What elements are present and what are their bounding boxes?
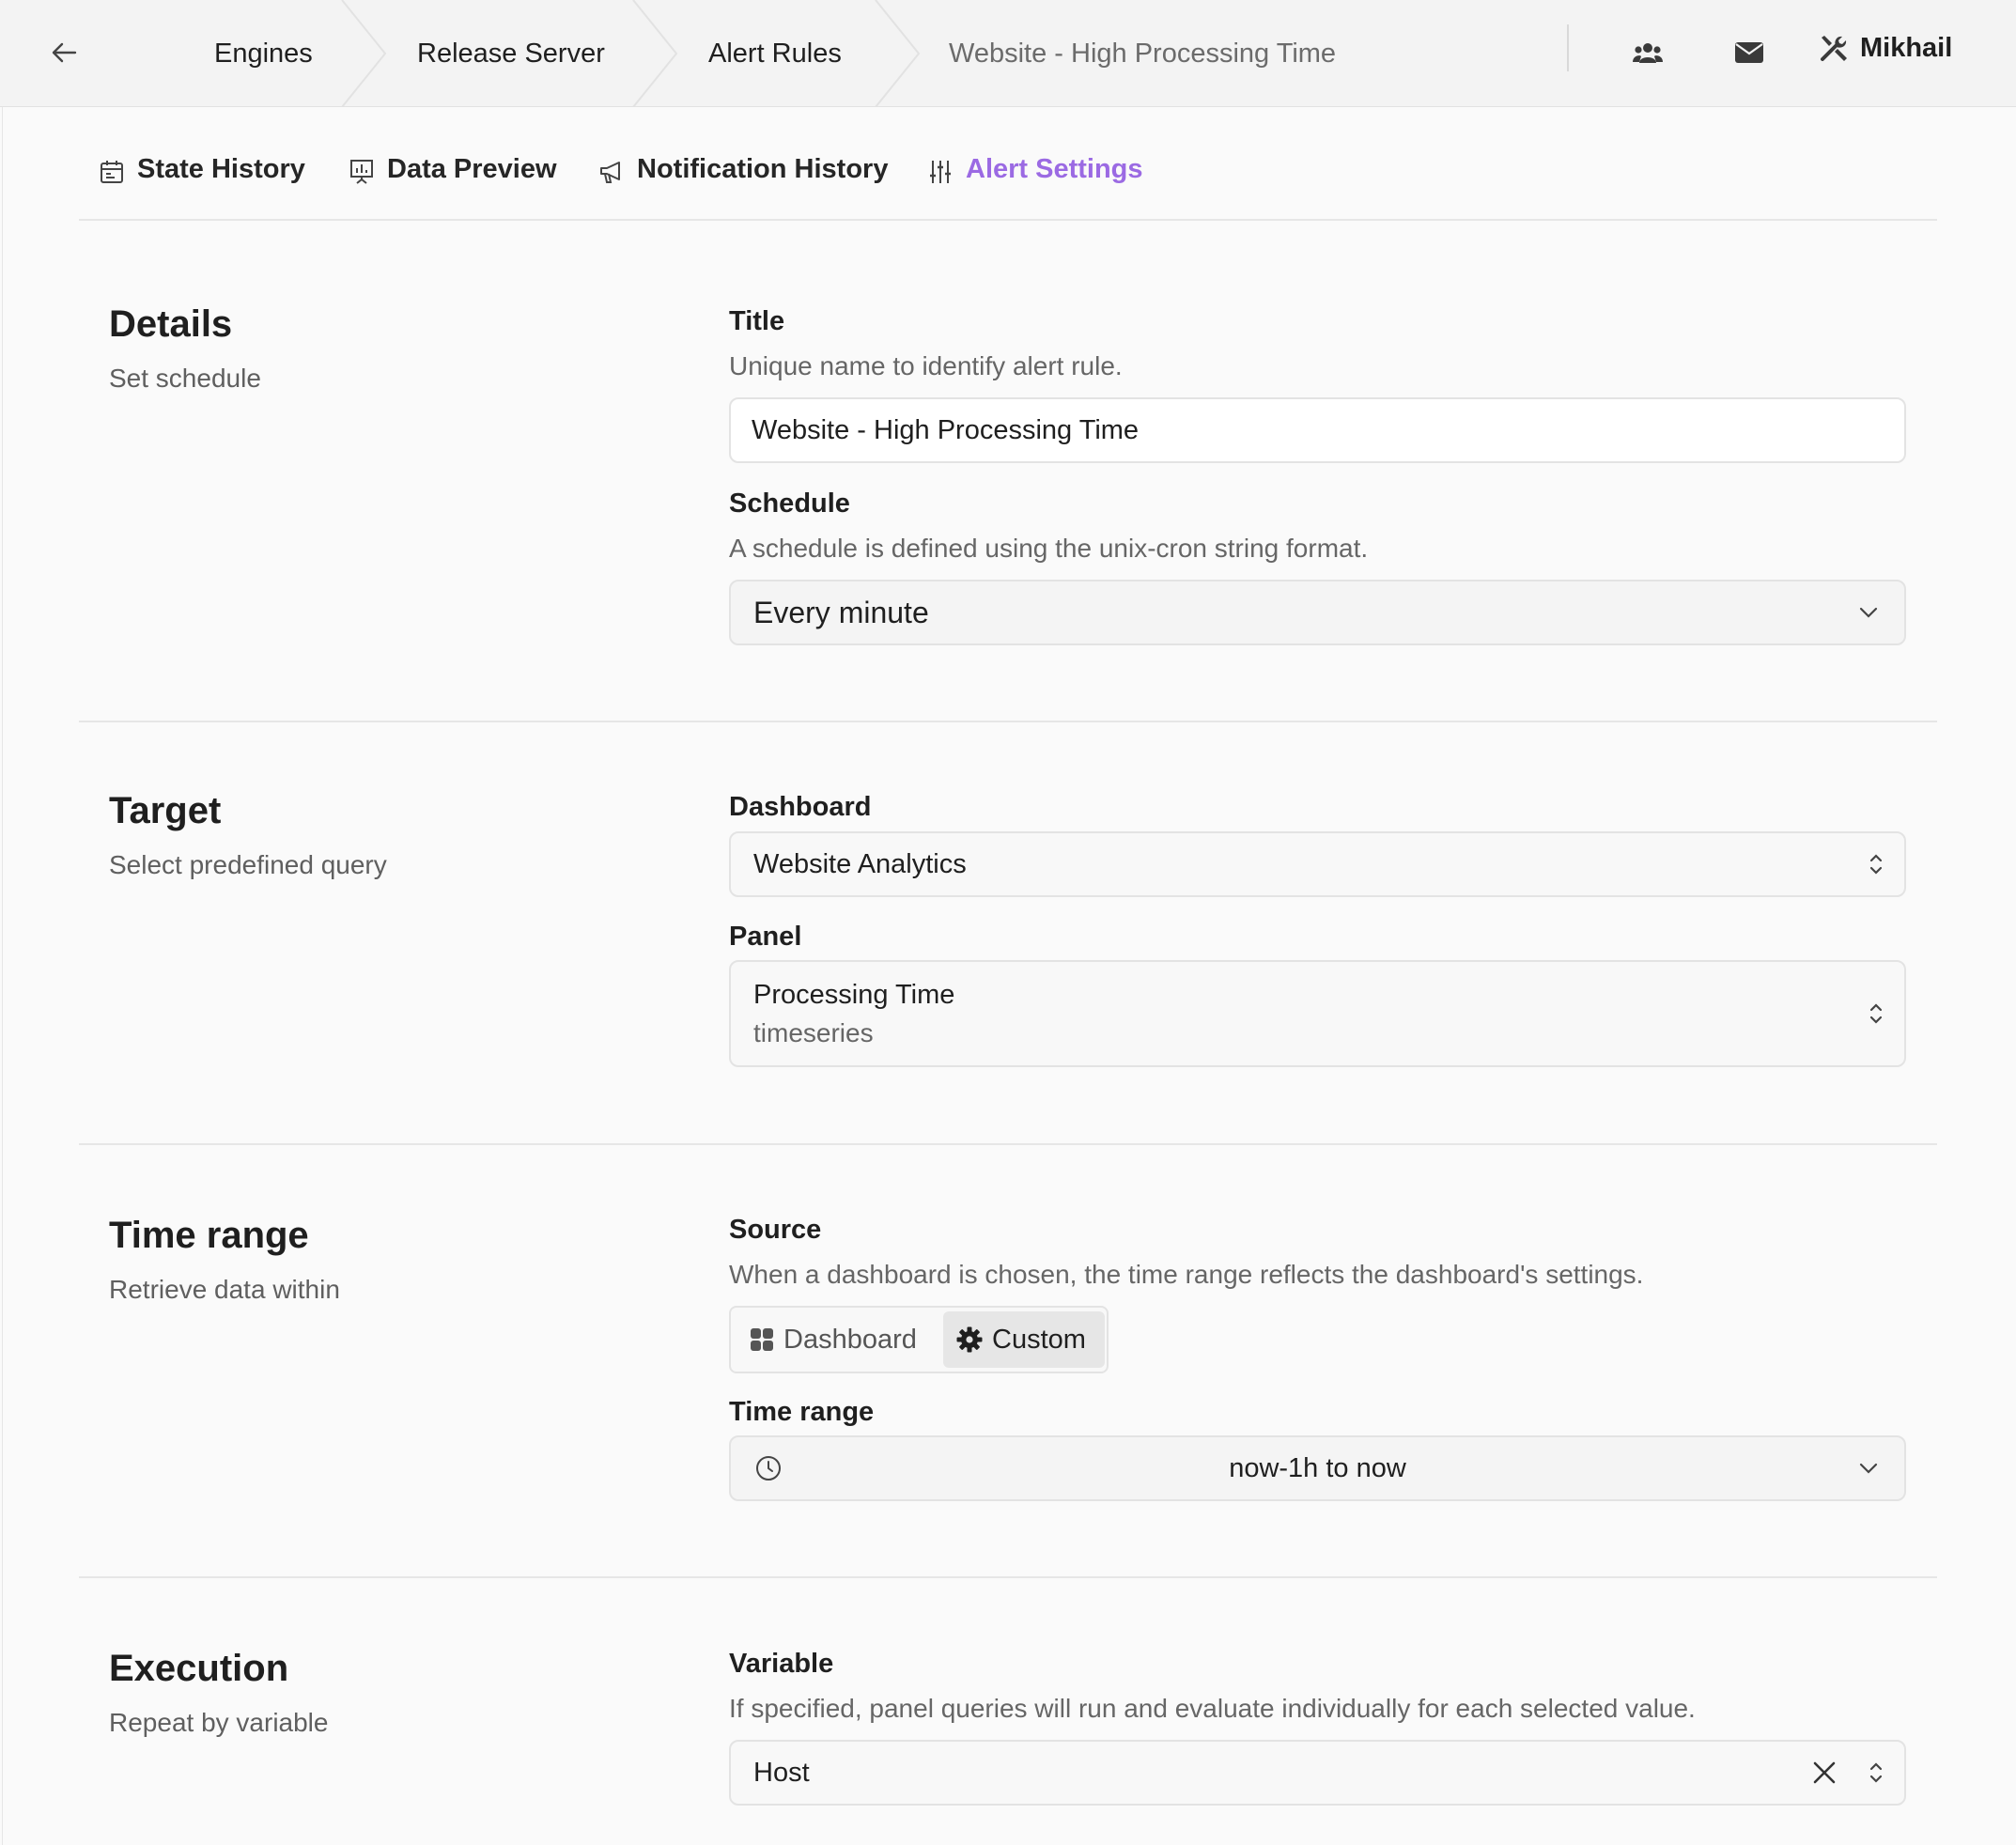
tab-label: Data Preview [387, 154, 557, 184]
source-option-dashboard[interactable]: Dashboard [737, 1311, 930, 1368]
dashboard-select[interactable]: Website Analytics [729, 831, 1906, 897]
section-subtitle-time-range: Retrieve data within [109, 1275, 340, 1304]
chevron-up-down-icon [1869, 962, 1884, 1065]
breadcrumb-separator-icon [632, 0, 678, 107]
title-label: Title [729, 306, 785, 336]
back-button[interactable] [39, 28, 88, 77]
source-option-label: Custom [992, 1324, 1086, 1355]
title-help: Unique name to identify alert rule. [729, 351, 1123, 380]
panel-select-type: timeseries [753, 1017, 874, 1047]
time-range-value: now-1h to now [1229, 1452, 1406, 1483]
section-title-target: Target [109, 790, 222, 831]
variable-label: Variable [729, 1649, 834, 1679]
team-button[interactable] [1625, 30, 1670, 75]
section-divider [79, 1143, 1937, 1145]
title-input-value: Website - High Processing Time [752, 414, 1140, 445]
time-range-select[interactable]: now-1h to now [729, 1435, 1906, 1501]
chevron-up-down-icon [1869, 833, 1884, 895]
tab-label: Alert Settings [966, 154, 1143, 184]
dashboard-label: Dashboard [729, 792, 872, 822]
section-title-execution: Execution [109, 1648, 289, 1689]
variable-help: If specified, panel queries will run and… [729, 1694, 1696, 1723]
sliders-icon [926, 158, 954, 186]
arrow-left-icon [52, 42, 77, 63]
chevron-down-icon [1859, 581, 1878, 643]
close-icon[interactable] [1812, 1742, 1837, 1804]
calendar-icon [98, 158, 126, 186]
section-subtitle-details: Set schedule [109, 364, 261, 393]
schedule-select[interactable]: Every minute [729, 580, 1906, 645]
source-option-label: Dashboard [783, 1324, 917, 1355]
tools-icon [1821, 36, 1847, 61]
mail-button[interactable] [1727, 30, 1772, 75]
breadcrumb-separator-icon [341, 0, 387, 107]
section-subtitle-execution: Repeat by variable [109, 1708, 329, 1737]
top-bar: Engines Release Server Alert Rules Websi… [0, 0, 2016, 107]
section-divider [79, 1576, 1937, 1578]
envelope-icon [1735, 42, 1763, 63]
megaphone-icon [597, 158, 626, 186]
panel-select[interactable]: Processing Time timeseries [729, 960, 1906, 1067]
tab-state-history[interactable]: State History [98, 154, 305, 214]
section-title-details: Details [109, 303, 233, 345]
dashboard-select-value: Website Analytics [753, 848, 967, 879]
section-title-time-range: Time range [109, 1215, 309, 1256]
tab-bar: State History Data Preview Notification … [79, 107, 1937, 221]
user-name: Mikhail [1860, 32, 1953, 63]
presentation-chart-icon [348, 158, 376, 186]
gear-icon [956, 1326, 983, 1353]
time-range-label: Time range [729, 1397, 875, 1427]
source-label: Source [729, 1215, 822, 1245]
schedule-label: Schedule [729, 488, 850, 519]
section-subtitle-target: Select predefined query [109, 850, 387, 879]
breadcrumb-current: Website - High Processing Time [949, 38, 1337, 69]
tab-label: State History [137, 154, 305, 184]
section-divider [79, 721, 1937, 722]
breadcrumb-separator-icon [875, 0, 921, 107]
source-toggle: Dashboard Custom [729, 1306, 1109, 1373]
tab-notification-history[interactable]: Notification History [597, 154, 888, 214]
breadcrumb-engines[interactable]: Engines [214, 0, 313, 107]
breadcrumb-alert-rules[interactable]: Alert Rules [708, 0, 842, 107]
user-menu[interactable]: Mikhail [1819, 24, 1952, 71]
tab-label: Notification History [637, 154, 889, 184]
breadcrumb-release-server[interactable]: Release Server [417, 0, 605, 107]
variable-select-value: Host [753, 1757, 810, 1788]
schedule-help: A schedule is defined using the unix-cro… [729, 534, 1369, 563]
source-help: When a dashboard is chosen, the time ran… [729, 1260, 1644, 1289]
tab-data-preview[interactable]: Data Preview [348, 154, 557, 214]
source-option-custom[interactable]: Custom [943, 1311, 1105, 1368]
panel-select-value: Processing Time [753, 979, 955, 1010]
title-input[interactable]: Website - High Processing Time [729, 397, 1906, 463]
users-icon [1633, 43, 1663, 63]
tab-alert-settings[interactable]: Alert Settings [926, 154, 1143, 214]
grid-icon [751, 1328, 773, 1351]
schedule-select-value: Every minute [753, 595, 929, 629]
chevron-up-down-icon [1869, 1742, 1884, 1804]
variable-select[interactable]: Host [729, 1740, 1906, 1806]
panel-label: Panel [729, 922, 802, 952]
topbar-divider [1567, 24, 1569, 71]
chevron-down-icon [1859, 1437, 1878, 1499]
